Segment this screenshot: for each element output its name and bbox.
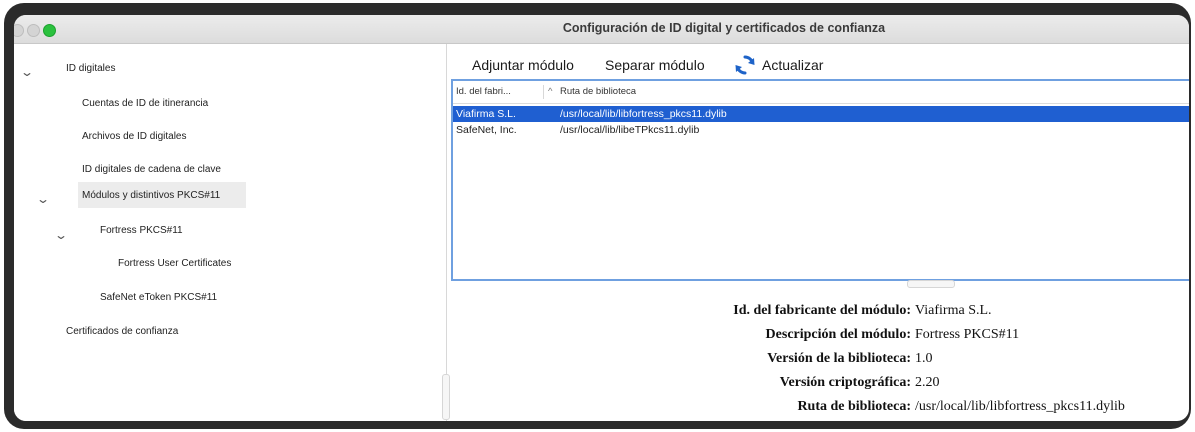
attach-module-button[interactable]: Adjuntar módulo	[472, 53, 574, 77]
vertical-splitter-handle[interactable]	[442, 374, 450, 420]
cell-manufacturer: SafeNet, Inc.	[456, 124, 517, 136]
refresh-button[interactable]: Actualizar	[762, 53, 823, 77]
sidebar-item-id-digitales[interactable]: ID digitales	[66, 58, 115, 80]
sidebar-item-cadena-clave[interactable]: ID digitales de cadena de clave	[82, 159, 221, 181]
table-row[interactable]: Viafirma S.L. /usr/local/lib/libfortress…	[453, 106, 1189, 122]
detail-row: Id. del fabricante del módulo: Viafirma …	[451, 303, 1171, 325]
column-header-library-path[interactable]: Ruta de biblioteca	[560, 81, 636, 103]
detail-row: Descripción del módulo: Fortress PKCS#11	[451, 327, 1171, 349]
detail-row: Ruta de biblioteca: /usr/local/lib/libfo…	[451, 399, 1171, 421]
sidebar-item-safenet-etoken[interactable]: SafeNet eToken PKCS#11	[100, 287, 217, 309]
sort-indicator-icon: ^	[548, 86, 553, 97]
detail-label: Descripción del módulo:	[765, 327, 911, 342]
detail-label: Versión de la biblioteca:	[767, 351, 911, 366]
detail-label: Id. del fabricante del módulo:	[733, 303, 911, 318]
cell-manufacturer: Viafirma S.L.	[456, 108, 516, 120]
close-button[interactable]	[14, 24, 24, 37]
cell-library-path: /usr/local/lib/libfortress_pkcs11.dylib	[560, 108, 727, 120]
sidebar-item-modulos-pkcs11[interactable]: Módulos y distintivos PKCS#11	[82, 185, 220, 207]
detail-value: /usr/local/lib/libfortress_pkcs11.dylib	[915, 399, 1125, 414]
detail-row: Versión criptográfica: 2.20	[451, 375, 1171, 397]
detach-module-button[interactable]: Separar módulo	[605, 53, 705, 77]
window-frame: Configuración de ID digital y certificad…	[4, 3, 1191, 429]
detail-value: 1.0	[915, 351, 933, 366]
column-divider[interactable]	[543, 85, 544, 99]
table-row[interactable]: SafeNet, Inc. /usr/local/lib/libeTPkcs11…	[453, 122, 1189, 138]
minimize-button[interactable]	[27, 24, 40, 37]
title-bar: Configuración de ID digital y certificad…	[14, 15, 1189, 44]
dialog-window: Configuración de ID digital y certificad…	[14, 15, 1189, 421]
refresh-icon[interactable]	[734, 54, 756, 76]
detail-value: 2.20	[915, 375, 940, 390]
sidebar-item-fortress-user-certificates[interactable]: Fortress User Certificates	[118, 253, 231, 275]
horizontal-splitter-handle[interactable]	[907, 280, 955, 288]
module-details: Id. del fabricante del módulo: Viafirma …	[451, 295, 1189, 421]
sidebar-item-fortress-pkcs11[interactable]: Fortress PKCS#11	[100, 220, 183, 242]
chevron-down-icon[interactable]: ⌄	[54, 224, 68, 246]
zoom-button[interactable]	[43, 24, 56, 37]
detail-label: Versión criptográfica:	[779, 375, 911, 390]
cell-library-path: /usr/local/lib/libeTPkcs11.dylib	[560, 124, 700, 136]
detail-value: Viafirma S.L.	[915, 303, 992, 318]
modules-table: Id. del fabri... ^ Ruta de biblioteca Vi…	[451, 79, 1189, 281]
detail-label: Ruta de biblioteca:	[797, 399, 911, 414]
chevron-down-icon[interactable]: ⌄	[20, 61, 34, 83]
sidebar-tree: ⌄ ID digitales Cuentas de ID de itineran…	[14, 44, 450, 421]
window-title: Configuración de ID digital y certificad…	[562, 21, 886, 35]
detail-row: Versión de la biblioteca: 1.0	[451, 351, 1171, 373]
sidebar-item-archivos-id[interactable]: Archivos de ID digitales	[82, 126, 187, 148]
column-header-manufacturer[interactable]: Id. del fabri...	[456, 81, 511, 103]
table-header: Id. del fabri... ^ Ruta de biblioteca	[453, 81, 1189, 104]
sidebar-item-certificados-confianza[interactable]: Certificados de confianza	[66, 321, 178, 343]
sidebar-item-cuentas-itinerancia[interactable]: Cuentas de ID de itinerancia	[82, 93, 208, 115]
chevron-down-icon[interactable]: ⌄	[36, 188, 50, 210]
detail-value: Fortress PKCS#11	[915, 327, 1020, 342]
